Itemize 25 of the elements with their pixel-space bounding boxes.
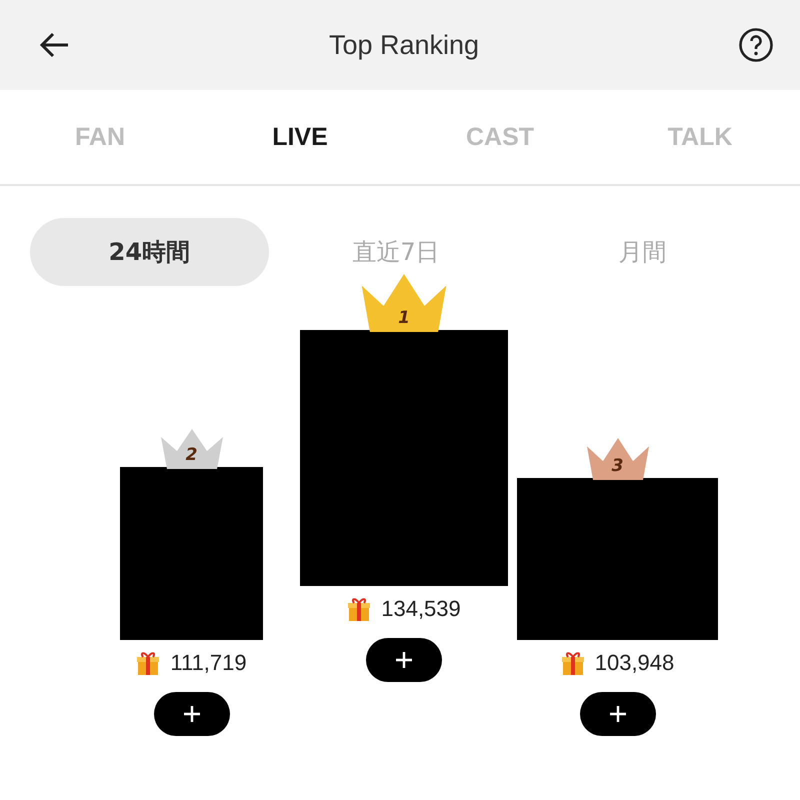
rank-number: 3 [610, 456, 624, 476]
gift-icon [347, 596, 372, 622]
plus-icon [395, 651, 413, 669]
rank-number: 1 [397, 308, 411, 328]
add-button[interactable] [366, 638, 442, 682]
gift-count: 103,948 [594, 650, 674, 676]
gift-count: 134,539 [381, 596, 461, 622]
gift-count: 111,719 [170, 650, 247, 676]
period-tab[interactable]: 24時間 [30, 218, 269, 286]
period-tab[interactable]: 月間 [523, 218, 762, 286]
tab[interactable]: FAN [0, 90, 200, 184]
add-button[interactable] [580, 692, 656, 736]
tab[interactable]: LIVE [200, 90, 400, 184]
add-button[interactable] [154, 692, 230, 736]
tab[interactable]: CAST [400, 90, 600, 184]
gift-icon [560, 650, 585, 676]
rank-number: 2 [184, 445, 198, 465]
help-icon[interactable] [738, 27, 774, 63]
plus-icon [182, 705, 200, 723]
tab[interactable]: TALK [600, 90, 800, 184]
page-title: Top Ranking [328, 30, 480, 60]
gift-icon [136, 650, 160, 676]
plus-icon [608, 705, 626, 723]
back-icon[interactable] [38, 31, 70, 59]
period-tab[interactable]: 直近7日 [276, 218, 516, 286]
